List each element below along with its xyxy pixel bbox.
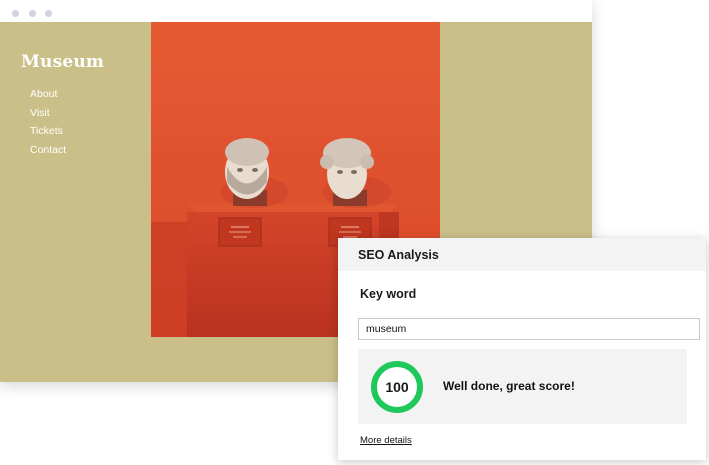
nav-item-tickets[interactable]: Tickets — [30, 122, 66, 141]
site-nav: About Visit Tickets Contact — [30, 85, 66, 159]
keyword-label: Key word — [360, 287, 417, 301]
score-box: 100 Well done, great score! — [358, 349, 687, 424]
score-message: Well done, great score! — [443, 379, 575, 393]
keyword-input[interactable] — [358, 318, 700, 340]
window-dot-icon — [12, 10, 19, 17]
seo-analysis-panel: SEO Analysis Key word 100 Well done, gre… — [338, 238, 706, 460]
more-details-link[interactable]: More details — [360, 435, 412, 446]
nav-item-visit[interactable]: Visit — [30, 104, 66, 123]
nav-item-contact[interactable]: Contact — [30, 141, 66, 160]
score-value: 100 — [385, 379, 409, 395]
stage: Museum About Visit Tickets Contact SEO A… — [0, 0, 709, 465]
browser-title-bar — [0, 0, 592, 22]
window-dot-icon — [45, 10, 52, 17]
nav-item-about[interactable]: About — [30, 85, 66, 104]
site-title: Museum — [21, 52, 105, 72]
window-dot-icon — [29, 10, 36, 17]
seo-panel-title: SEO Analysis — [338, 238, 706, 271]
